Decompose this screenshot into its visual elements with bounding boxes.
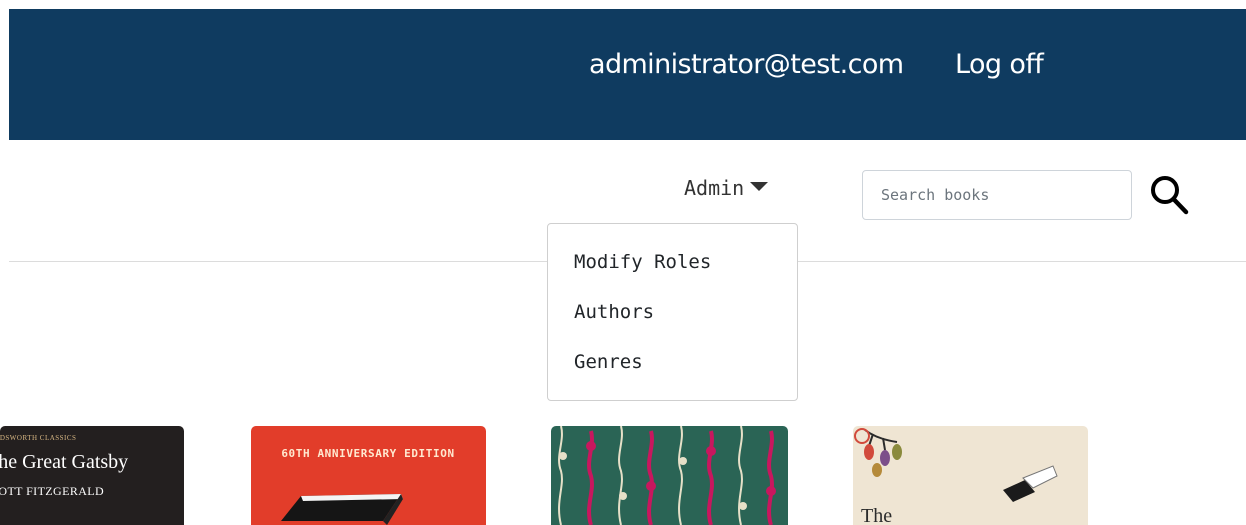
search-icon <box>1151 176 1189 215</box>
floral-pattern <box>558 426 776 525</box>
book-title: The Great Gatsby <box>0 451 128 473</box>
book-cover-the[interactable]: The <box>853 426 1088 525</box>
menu-item-genres[interactable]: Genres <box>574 351 643 373</box>
book-title-fragment: The <box>861 505 892 525</box>
book-cover-floral[interactable] <box>551 426 788 525</box>
book-publisher-line: WORDSWORTH CLASSICS <box>0 434 76 442</box>
admin-dropdown-menu: Modify Roles Authors Genres <box>547 223 798 401</box>
caret-down-icon <box>750 182 769 191</box>
admin-label: Admin <box>684 176 745 200</box>
book-author: F. SCOTT FITZGERALD <box>0 484 104 498</box>
top-header-bar: administrator@test.com Log off <box>9 9 1246 140</box>
user-email-link[interactable]: administrator@test.com <box>589 49 904 80</box>
book-illustration <box>854 428 1058 502</box>
menu-item-modify-roles[interactable]: Modify Roles <box>574 251 711 273</box>
search-input[interactable] <box>862 170 1132 220</box>
book-cover-anniversary-edition[interactable]: 60TH ANNIVERSARY EDITION <box>251 426 486 525</box>
menu-item-authors[interactable]: Authors <box>574 301 654 323</box>
book-edition-label: 60TH ANNIVERSARY EDITION <box>281 447 454 460</box>
log-off-link[interactable]: Log off <box>955 49 1044 80</box>
search-button[interactable] <box>1146 170 1194 218</box>
admin-dropdown-toggle[interactable]: Admin <box>684 176 769 200</box>
book-cover-great-gatsby[interactable]: WORDSWORTH CLASSICS The Great Gatsby F. … <box>0 426 184 525</box>
